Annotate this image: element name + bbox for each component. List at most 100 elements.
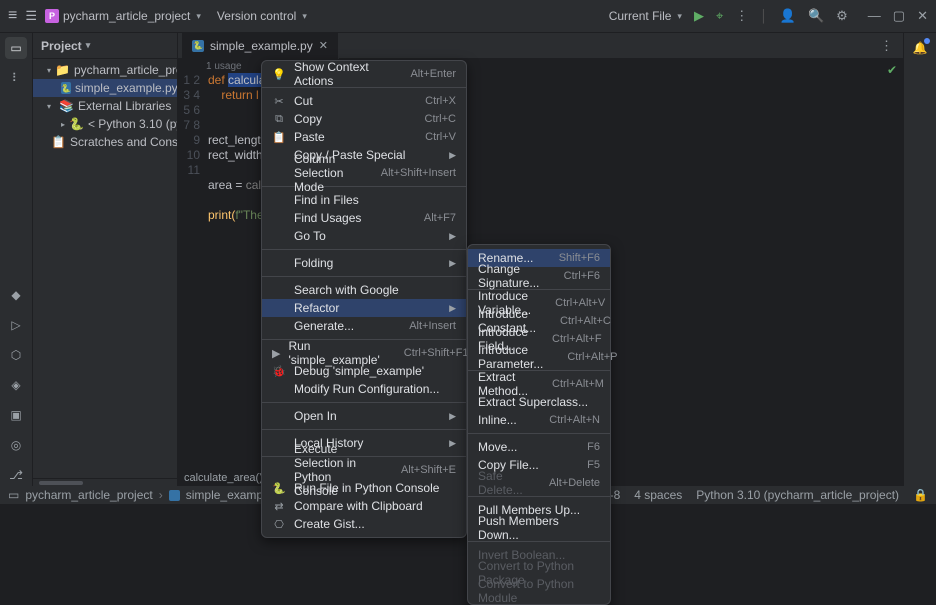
project-panel: Project ▾ ▾ 📁 pycharm_article_project C:…	[33, 33, 178, 486]
project-selector[interactable]: P pycharm_article_project ▾	[45, 9, 201, 23]
run-config-selector[interactable]: Current File ▾	[609, 9, 682, 23]
vcs-tool-icon[interactable]: ⎇	[5, 464, 27, 486]
search-icon[interactable]: 🔍	[808, 8, 824, 24]
menu-move[interactable]: Move...F6	[468, 438, 610, 456]
chevron-down-icon: ▾	[86, 40, 91, 51]
python-console-icon[interactable]: ◈	[5, 374, 27, 396]
hamburger-icon[interactable]: ≡	[8, 7, 17, 25]
expand-icon[interactable]: ▸	[61, 120, 65, 129]
copy-icon: ⧉	[272, 113, 286, 126]
more-icon[interactable]: ⋮	[735, 8, 748, 24]
chevron-down-icon: ▾	[196, 11, 201, 22]
diff-icon: ⇄	[272, 500, 286, 513]
menu-run-console[interactable]: 🐍Run File in Python Console	[262, 479, 466, 497]
right-toolstrip: 🔔	[903, 33, 936, 486]
menu-paste[interactable]: 📋PasteCtrl+V	[262, 128, 466, 146]
vcs-selector[interactable]: Version control ▾	[217, 9, 307, 23]
expand-icon[interactable]: ▾	[47, 66, 51, 75]
status-folder-icon[interactable]: ▭	[8, 488, 19, 502]
minimize-icon[interactable]: —	[868, 8, 881, 24]
menu-copy[interactable]: ⧉CopyCtrl+C	[262, 110, 466, 128]
notifications-icon[interactable]: 🔔	[909, 37, 931, 59]
main-menu-icon[interactable]: ☰	[25, 8, 37, 24]
menu-show-context-actions[interactable]: 💡Show Context ActionsAlt+Enter	[262, 65, 466, 83]
github-icon: ⎔	[272, 518, 286, 531]
menu-extract-superclass[interactable]: Extract Superclass...	[468, 393, 610, 411]
submenu-icon: ▶	[449, 231, 456, 242]
horizontal-scrollbar[interactable]	[33, 478, 177, 486]
submenu-icon: ▶	[449, 303, 456, 314]
structure-tool-icon[interactable]: ⠇	[5, 67, 27, 89]
refactor-submenu: Rename...Shift+F6 Change Signature...Ctr…	[467, 244, 611, 605]
close-tab-icon[interactable]: ✕	[319, 39, 328, 52]
menu-push-down[interactable]: Push Members Down...	[468, 519, 610, 537]
project-icon: P	[45, 9, 59, 23]
menu-generate[interactable]: Generate...Alt+Insert	[262, 317, 466, 335]
debug-icon[interactable]: ⌖	[716, 8, 723, 24]
tree-file-selected[interactable]: 🐍 simple_example.py	[33, 79, 177, 97]
maximize-icon[interactable]: ▢	[893, 8, 905, 24]
vcs-label: Version control	[217, 9, 296, 23]
python-file-icon: 🐍	[192, 40, 204, 52]
tab-more-icon[interactable]: ⋮	[880, 38, 893, 54]
project-tool-icon[interactable]: ▭	[5, 37, 27, 59]
menu-change-signature[interactable]: Change Signature...Ctrl+F6	[468, 267, 610, 285]
menu-open-in[interactable]: Open In▶	[262, 407, 466, 425]
menu-run[interactable]: ▶Run 'simple_example'Ctrl+Shift+F10	[262, 344, 466, 362]
run-icon[interactable]: ▶	[694, 8, 704, 24]
submenu-icon: ▶	[449, 258, 456, 269]
settings-icon[interactable]: ⚙	[836, 8, 848, 24]
menu-find-usages[interactable]: Find UsagesAlt+F7	[262, 209, 466, 227]
expand-icon[interactable]: ▾	[47, 102, 55, 111]
run-tool-icon[interactable]: ▷	[5, 314, 27, 336]
tree-label: simple_example.py	[75, 81, 177, 95]
menu-goto[interactable]: Go To▶	[262, 227, 466, 245]
tree-label: External Libraries	[78, 99, 171, 113]
menu-cut[interactable]: ✂CutCtrl+X	[262, 92, 466, 110]
tree-scratches[interactable]: 📋 Scratches and Consoles	[33, 133, 177, 151]
status-crumb-root[interactable]: pycharm_article_project	[25, 488, 152, 502]
menu-folding[interactable]: Folding▶	[262, 254, 466, 272]
menu-compare-clipboard[interactable]: ⇄Compare with Clipboard	[262, 497, 466, 515]
menu-convert-module: Convert to Python Module	[468, 582, 610, 600]
menu-search-google[interactable]: Search with Google	[262, 281, 466, 299]
editor-breadcrumb[interactable]: calculate_area()	[184, 472, 263, 484]
menu-inline[interactable]: Inline...Ctrl+Alt+N	[468, 411, 610, 429]
services-icon[interactable]: ⬡	[5, 344, 27, 366]
menu-modify-run[interactable]: Modify Run Configuration...	[262, 380, 466, 398]
context-menu: 💡Show Context ActionsAlt+Enter ✂CutCtrl+…	[261, 60, 467, 538]
menu-exec-selection[interactable]: Execute Selection in Python ConsoleAlt+S…	[262, 461, 466, 479]
titlebar: ≡ ☰ P pycharm_article_project ▾ Version …	[0, 0, 936, 33]
menu-introduce-parameter[interactable]: Introduce Parameter...Ctrl+Alt+P	[468, 348, 610, 366]
submenu-icon: ▶	[449, 438, 456, 449]
menu-extract-method[interactable]: Extract Method...Ctrl+Alt+M	[468, 375, 610, 393]
python-file-icon	[169, 490, 180, 501]
menu-refactor[interactable]: Refactor▶	[262, 299, 466, 317]
status-lock-icon[interactable]: 🔒	[913, 488, 928, 502]
menu-safe-delete: Safe Delete...Alt+Delete	[468, 474, 610, 492]
chevron-down-icon: ▾	[302, 11, 307, 22]
tree-root[interactable]: ▾ 📁 pycharm_article_project C:\Users	[33, 61, 177, 79]
menu-paste-special[interactable]: Copy / Paste Special▶	[262, 146, 466, 164]
close-icon[interactable]: ✕	[917, 8, 928, 24]
editor-tab[interactable]: 🐍 simple_example.py ✕	[182, 33, 339, 59]
tree-python-sdk[interactable]: ▸ 🐍 < Python 3.10 (pycharm_article_p	[33, 115, 177, 133]
menu-find-in-files[interactable]: Find in Files	[262, 191, 466, 209]
run-icon: ▶	[272, 347, 280, 360]
line-numbers: 1 2 3 4 5 6 7 8 9 10 11	[178, 73, 208, 223]
tree-ext-libs[interactable]: ▾ 📚 External Libraries	[33, 97, 177, 115]
debug-icon: 🐞	[272, 365, 286, 378]
terminal-icon[interactable]: ▣	[5, 404, 27, 426]
python-packages-icon[interactable]: ◆	[5, 284, 27, 306]
project-panel-header[interactable]: Project ▾	[33, 33, 177, 59]
status-interpreter[interactable]: Python 3.10 (pycharm_article_project)	[696, 488, 899, 502]
menu-create-gist[interactable]: ⎔Create Gist...	[262, 515, 466, 533]
menu-column-selection[interactable]: Column Selection ModeAlt+Shift+Insert	[262, 164, 466, 182]
project-tree: ▾ 📁 pycharm_article_project C:\Users 🐍 s…	[33, 59, 177, 153]
status-indent[interactable]: 4 spaces	[634, 488, 682, 502]
validation-icon[interactable]: ✔	[887, 63, 897, 77]
problems-icon[interactable]: ◎	[5, 434, 27, 456]
tab-label: simple_example.py	[210, 39, 313, 53]
menu-debug[interactable]: 🐞Debug 'simple_example'	[262, 362, 466, 380]
codewithme-icon[interactable]: 👤	[780, 8, 796, 24]
